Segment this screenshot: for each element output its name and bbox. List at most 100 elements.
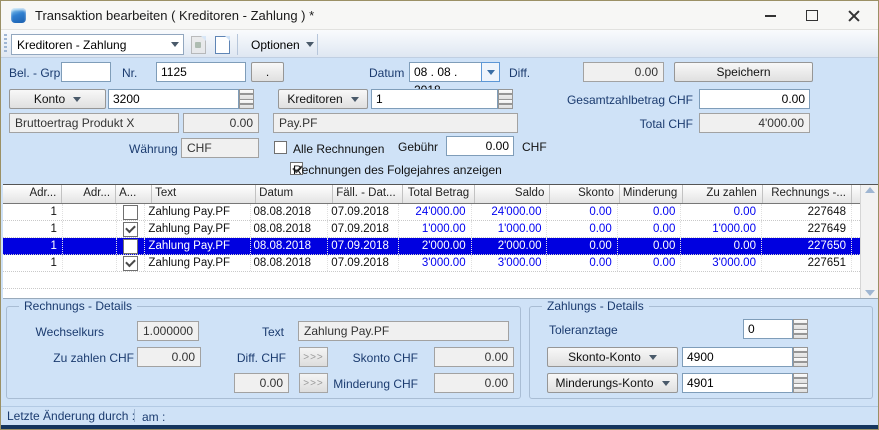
table-row[interactable]: 1Zahlung Pay.PF08.08.201807.09.201824'00… — [3, 204, 860, 221]
waehrung-label: Währung — [129, 142, 177, 156]
grid-column-header-check[interactable]: A... — [116, 185, 152, 203]
grid-column-header-minderung[interactable]: Minderung — [620, 185, 683, 203]
minimize-button[interactable] — [753, 5, 787, 26]
grid-column-header-faell[interactable]: Fäll. - Dat... — [333, 185, 403, 203]
cell-text: Zahlung Pay.PF — [145, 204, 250, 220]
zu-zahlen-value: 0.00 — [137, 347, 201, 367]
grid-column-header-adr1[interactable]: Adr... — [3, 185, 62, 203]
spin-down-icon[interactable] — [793, 330, 808, 340]
bel-grp-input[interactable] — [61, 62, 111, 82]
gesamtzahlbetrag-input[interactable] — [699, 89, 810, 109]
cell-faell: 07.09.2018 — [328, 238, 398, 254]
konto-spinner[interactable] — [239, 89, 254, 109]
cell-check[interactable] — [117, 221, 145, 237]
options-button-label: Optionen — [251, 38, 300, 52]
new-document-button[interactable] — [211, 34, 233, 56]
cell-zuzahlen: 0.00 — [681, 238, 762, 254]
datum-picker[interactable]: 08 . 08 . 2018 — [409, 62, 500, 82]
cell-check[interactable] — [117, 255, 145, 271]
grid-column-header-datum[interactable]: Datum — [256, 185, 333, 203]
status-bar: Letzte Änderung durch : — [1, 406, 878, 425]
toleranztage-spinner[interactable] — [793, 319, 808, 339]
close-button[interactable] — [837, 5, 871, 26]
gebuehr-label: Gebühr — [398, 140, 438, 154]
konto-input[interactable] — [108, 89, 239, 109]
cell-check[interactable] — [117, 238, 145, 254]
cell-filler — [852, 221, 860, 237]
cell-rechnung: 227650 — [762, 238, 852, 254]
alle-rechnungen-checkbox[interactable] — [274, 141, 287, 154]
calendar-dropdown-button[interactable] — [481, 62, 500, 82]
spin-up-icon[interactable] — [793, 373, 808, 384]
skonto-chf-label: Skonto CHF — [341, 351, 418, 365]
row-checkbox[interactable] — [123, 222, 138, 237]
speichern-button[interactable]: Speichern — [674, 62, 813, 82]
profile-combobox[interactable]: Kreditoren - Zahlung — [11, 34, 184, 55]
minderung-transfer-button[interactable]: >>> — [299, 373, 328, 393]
nr-input[interactable] — [156, 62, 246, 82]
kreditoren-input[interactable] — [371, 89, 498, 109]
minderungs-konto-dropdown-button[interactable]: Minderungs-Konto — [547, 373, 678, 393]
grid-column-header-saldo[interactable]: Saldo — [475, 185, 550, 203]
cell-check[interactable] — [117, 204, 145, 220]
kreditoren-dropdown-button[interactable]: Kreditoren — [278, 89, 368, 109]
spin-down-icon[interactable] — [498, 100, 513, 110]
toolbar-grip[interactable] — [4, 34, 7, 54]
minderungs-konto-spinner[interactable] — [793, 373, 808, 393]
diff-transfer-button[interactable]: >>> — [299, 347, 328, 367]
scroll-down-icon[interactable] — [865, 290, 875, 296]
spin-up-icon[interactable] — [239, 89, 254, 100]
spin-up-icon[interactable] — [793, 347, 808, 358]
skonto-konto-dropdown-button[interactable]: Skonto-Konto — [547, 347, 678, 367]
cell-skonto: 0.00 — [547, 221, 617, 237]
toleranztage-input[interactable] — [743, 319, 793, 339]
table-row[interactable]: 1Zahlung Pay.PF08.08.201807.09.20183'000… — [3, 255, 860, 272]
cell-zuzahlen: 0.00 — [681, 204, 762, 220]
row-checkbox[interactable] — [123, 205, 138, 220]
close-icon — [848, 10, 860, 22]
table-row[interactable]: 1Zahlung Pay.PF08.08.201807.09.20181'000… — [3, 221, 860, 238]
last-change-label: Letzte Änderung durch : — [1, 409, 135, 423]
grid-column-header-text[interactable]: Text — [152, 185, 256, 203]
options-button[interactable]: Optionen — [242, 33, 323, 56]
new-document-icon — [215, 36, 230, 54]
cell-minderung: 0.00 — [618, 221, 682, 237]
skonto-konto-spinner[interactable] — [793, 347, 808, 367]
skonto-konto-input[interactable] — [682, 347, 793, 367]
grid-rows: 1Zahlung Pay.PF08.08.201807.09.201824'00… — [3, 204, 860, 298]
spin-down-icon[interactable] — [793, 358, 808, 368]
kreditoren-spinner[interactable] — [498, 89, 513, 109]
cell-adr1: 1 — [3, 221, 63, 237]
cell-minderung: 0.00 — [618, 238, 682, 254]
gebuehr-input[interactable] — [446, 136, 514, 156]
maximize-button[interactable] — [795, 5, 829, 26]
invoice-table: Adr...Adr...A...TextDatumFäll. - Dat...T… — [3, 184, 878, 299]
grid-column-header-rechnung[interactable]: Rechnungs -... — [763, 185, 852, 203]
table-row[interactable]: 1Zahlung Pay.PF08.08.201807.09.20182'000… — [3, 238, 860, 255]
vertical-scrollbar[interactable] — [860, 185, 878, 298]
cell-faell: 07.09.2018 — [328, 221, 398, 237]
konto-dropdown-button[interactable]: Konto — [9, 89, 106, 109]
scroll-up-icon[interactable] — [865, 187, 875, 193]
import-button-disabled — [187, 34, 209, 56]
grid-column-header-adr2[interactable]: Adr... — [62, 185, 116, 203]
datum-value: 08 . 08 . 2018 — [409, 62, 481, 82]
spin-down-icon[interactable] — [239, 100, 254, 110]
row-checkbox[interactable] — [123, 239, 138, 254]
spin-up-icon[interactable] — [498, 89, 513, 100]
dot-button[interactable]: . — [251, 62, 284, 82]
skonto-konto-label: Skonto-Konto — [568, 350, 641, 364]
grid-column-header-total[interactable]: Total Betrag — [403, 185, 475, 203]
grid-column-header-skonto[interactable]: Skonto — [550, 185, 620, 203]
cell-skonto: 0.00 — [547, 255, 617, 271]
spin-up-icon[interactable] — [793, 319, 808, 330]
row-checkbox[interactable] — [123, 256, 138, 271]
cell-minderung: 0.00 — [618, 255, 682, 271]
spin-down-icon[interactable] — [793, 384, 808, 394]
grid-column-header-zuzahlen[interactable]: Zu zahlen — [683, 185, 763, 203]
grid-column-header-filler[interactable] — [852, 185, 860, 203]
toolbar-separator — [237, 34, 238, 55]
minderungs-konto-input[interactable] — [682, 373, 793, 393]
total-chf-label: Total CHF — [601, 117, 693, 131]
bel-grp-label: Bel. - Grp — [9, 66, 60, 80]
